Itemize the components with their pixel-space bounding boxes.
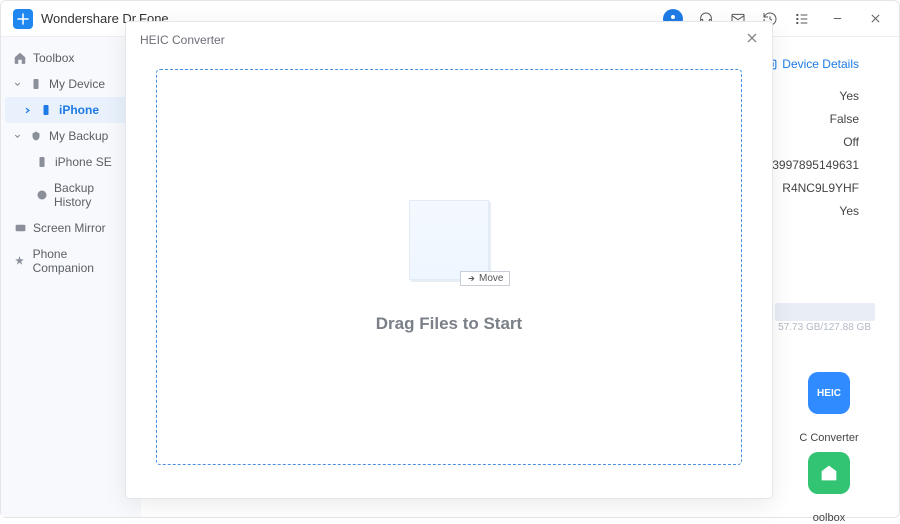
storage-bar [775, 303, 875, 321]
sidebar-item-my-backup[interactable]: My Backup [5, 123, 137, 149]
device-details-link[interactable]: Device Details [765, 57, 859, 71]
tile-heic-converter[interactable]: HEIC C Converter [794, 372, 864, 444]
tile-label: oolbox [813, 512, 845, 524]
tile-toolbox[interactable]: oolbox [794, 452, 864, 524]
close-button[interactable] [863, 7, 887, 31]
detail-value: 3997895149631 [772, 158, 859, 172]
detail-value: Yes [772, 89, 859, 103]
sidebar: Toolbox My Device iPhone [1, 37, 141, 517]
screen-icon [13, 221, 27, 235]
sidebar-item-toolbox[interactable]: Toolbox [5, 45, 137, 71]
modal-header: HEIC Converter [126, 22, 772, 57]
chevron-right-icon [23, 106, 33, 115]
companion-icon [13, 254, 27, 268]
detail-value: False [772, 112, 859, 126]
sidebar-item-iphone[interactable]: iPhone [5, 97, 137, 123]
sidebar-label: iPhone SE [55, 155, 112, 169]
tile-label: C Converter [799, 432, 858, 444]
file-dropzone[interactable]: Move Drag Files to Start [156, 69, 742, 465]
sidebar-item-my-device[interactable]: My Device [5, 71, 137, 97]
sidebar-item-phone-companion[interactable]: Phone Companion [5, 241, 137, 281]
backup-icon [29, 129, 43, 143]
sidebar-item-backup-history[interactable]: Backup History [5, 175, 137, 215]
chevron-down-icon [13, 80, 23, 89]
sidebar-item-screen-mirror[interactable]: Screen Mirror [5, 215, 137, 241]
move-cursor-badge: Move [460, 271, 510, 286]
heic-tile-icon: HEIC [808, 372, 850, 414]
sidebar-label: My Backup [49, 129, 108, 143]
dropzone-text: Drag Files to Start [376, 314, 522, 334]
drop-preview-icon: Move [409, 200, 489, 280]
storage-text: 57.73 GB/127.88 GB [778, 322, 871, 333]
list-icon[interactable] [793, 10, 811, 28]
app-logo-icon [13, 9, 33, 29]
detail-value: Off [772, 135, 859, 149]
device-detail-values: Yes False Off 3997895149631 R4NC9L9YHF Y… [772, 89, 859, 218]
phone-icon [35, 155, 49, 169]
sidebar-item-iphone-se[interactable]: iPhone SE [5, 149, 137, 175]
toolbox-tile-icon [808, 452, 850, 494]
home-icon [13, 51, 27, 65]
modal-close-button[interactable] [746, 32, 758, 47]
detail-value: R4NC9L9YHF [772, 181, 859, 195]
sidebar-label: Backup History [54, 181, 129, 209]
phone-icon [29, 77, 43, 91]
detail-value: Yes [772, 204, 859, 218]
chevron-down-icon [13, 132, 23, 141]
sidebar-label: Toolbox [33, 51, 74, 65]
minimize-button[interactable] [825, 7, 849, 31]
move-label: Move [479, 273, 503, 284]
phone-icon [39, 103, 53, 117]
history-icon [35, 188, 48, 202]
sidebar-label: Screen Mirror [33, 221, 106, 235]
sidebar-label: My Device [49, 77, 105, 91]
device-details-label: Device Details [782, 57, 859, 71]
modal-title: HEIC Converter [140, 33, 225, 47]
sidebar-label: iPhone [59, 103, 99, 117]
heic-converter-modal: HEIC Converter Move Drag Files to Start [125, 21, 773, 499]
sidebar-label: Phone Companion [33, 247, 129, 275]
